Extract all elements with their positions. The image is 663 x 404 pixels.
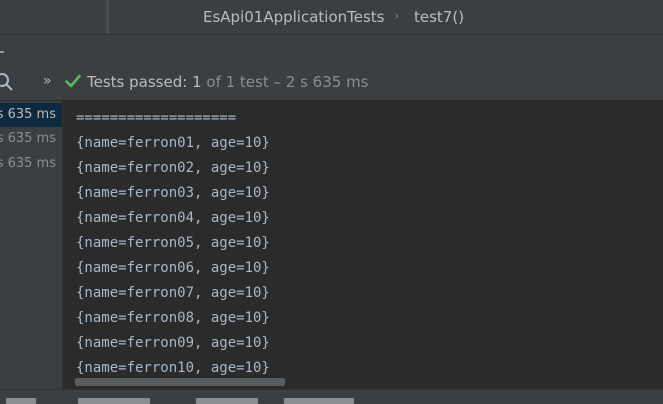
bottom-tool-tab[interactable] [6,398,36,404]
minimize-icon[interactable] [0,51,4,53]
bottom-tool-tab[interactable] [196,398,258,404]
console-line: {name=ferron03, age=10} [76,185,270,201]
breadcrumb-method[interactable]: test7() [414,8,464,26]
console-line: {name=ferron09, age=10} [76,335,270,351]
tree-item[interactable]: s 635 ms [0,103,62,127]
passed-count: 1 [192,73,202,91]
tree-item-duration: s 635 ms [0,156,56,171]
tree-item-duration: s 635 ms [0,107,56,122]
tree-item[interactable]: s 635 ms [0,127,62,151]
console-line: {name=ferron02, age=10} [76,160,270,176]
toolbar-left [0,0,112,34]
bottom-tool-tab[interactable] [78,398,150,404]
search-icon[interactable] [0,72,14,92]
bottom-tool-tab[interactable] [284,398,354,404]
status-label: Tests passed: [87,73,188,91]
tree-item-duration: s 635 ms [0,131,56,146]
toolbar-separator [106,0,109,34]
console-line: =================== [76,110,237,126]
bottom-tool-bar [0,389,663,404]
console-line: {name=ferron05, age=10} [76,235,270,251]
tree-item[interactable]: s 635 ms [0,152,62,176]
run-tool-header [0,34,663,65]
console-line: {name=ferron10, age=10} [76,360,270,376]
test-status-bar: » Tests passed: 1 of 1 test – 2 s 635 ms [0,64,663,101]
console-line: {name=ferron07, age=10} [76,285,270,301]
test-tree-panel: s 635 ms s 635 ms s 635 ms [0,101,63,403]
console-line: {name=ferron04, age=10} [76,210,270,226]
breadcrumb-class[interactable]: EsApi01ApplicationTests [203,8,385,26]
console-output[interactable]: =================== {name=ferron01, age=… [63,101,663,389]
test-status-text: Tests passed: 1 of 1 test – 2 s 635 ms [87,73,369,91]
console-line: {name=ferron01, age=10} [76,135,270,151]
status-summary: of 1 test – 2 s 635 ms [206,73,369,91]
breadcrumb-separator-icon: › [394,9,400,24]
console-line: {name=ferron08, age=10} [76,310,270,326]
horizontal-scrollbar[interactable] [75,378,285,386]
expand-chevrons-icon[interactable]: » [43,73,52,89]
check-icon [65,74,81,88]
breadcrumb-bar: EsApi01ApplicationTests › test7() [0,0,663,34]
console-line: {name=ferron06, age=10} [76,260,270,276]
